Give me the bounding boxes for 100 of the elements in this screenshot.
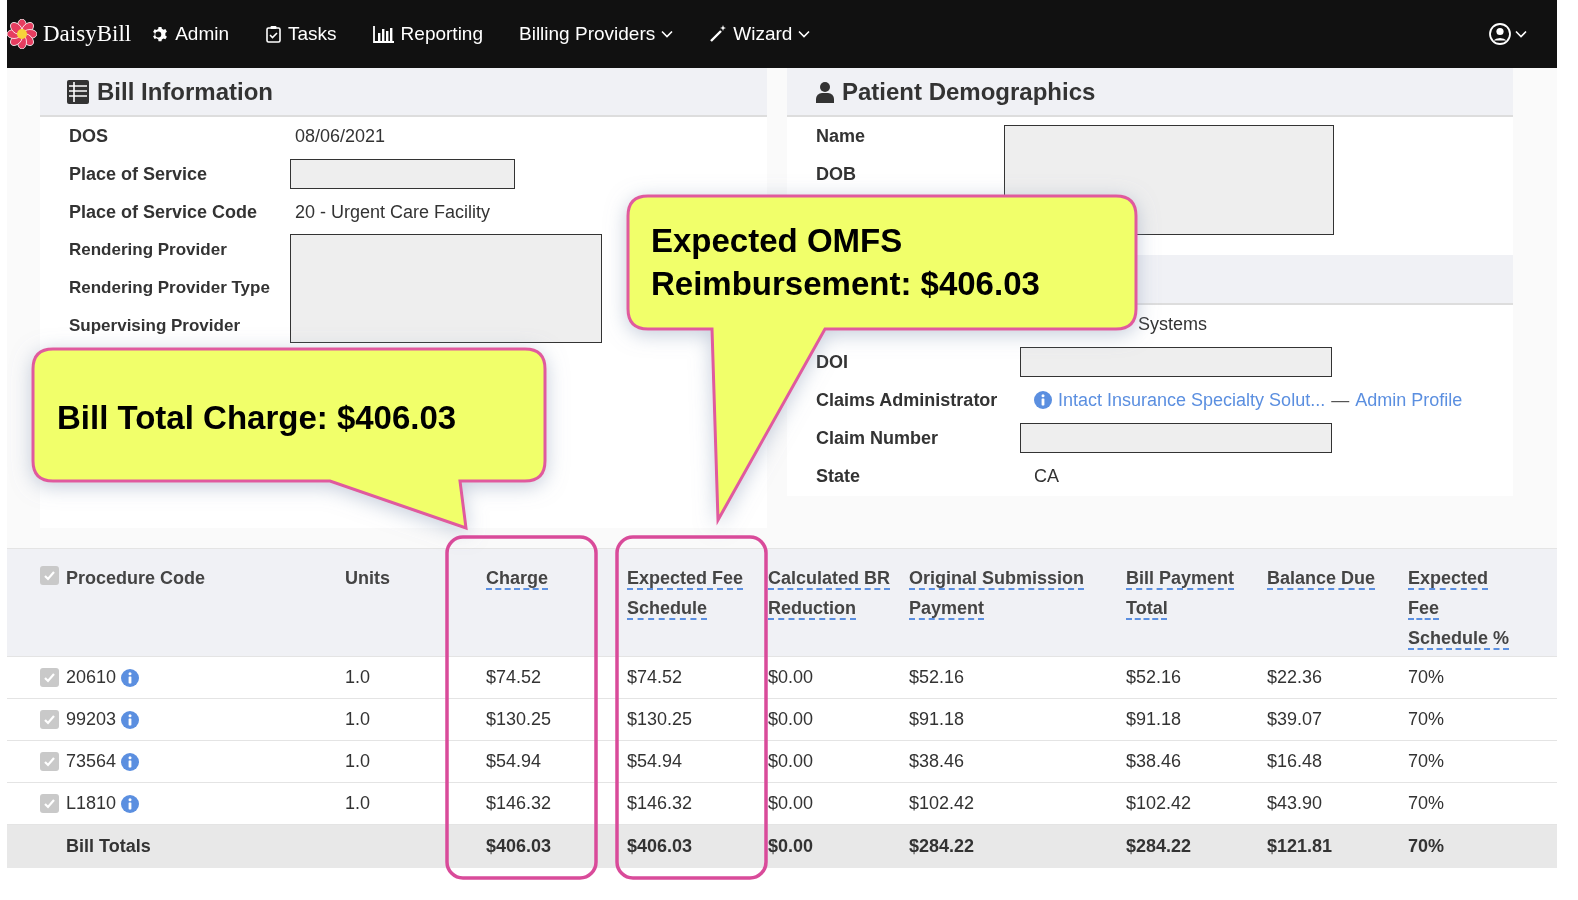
panel-title: Patient Demographics xyxy=(842,76,1096,107)
column-header[interactable]: Expected Fee Schedule xyxy=(627,563,760,623)
table-cell-text: $54.94 xyxy=(627,750,684,773)
total-cell-text: 70% xyxy=(1408,835,1446,858)
procedure-code: 99203 xyxy=(66,708,117,731)
table-cell-text: $39.07 xyxy=(1267,708,1324,731)
table-cell-text: 1.0 xyxy=(345,792,372,815)
user-icon xyxy=(816,80,834,103)
info-icon[interactable] xyxy=(121,710,140,729)
info-icon[interactable] xyxy=(1034,391,1052,409)
table-cell-text: 1.0 xyxy=(345,666,372,689)
field-label: Claim Number xyxy=(816,427,939,448)
panel-title: Bill Information xyxy=(97,76,273,107)
column-header[interactable]: Original Submission Payment xyxy=(909,563,1118,623)
total-cell-text: $121.81 xyxy=(1267,835,1334,858)
table-cell-text: $0.00 xyxy=(768,750,815,773)
flower-logo-icon xyxy=(7,19,37,49)
checkbox[interactable] xyxy=(40,710,59,729)
column-header[interactable]: Procedure Code xyxy=(66,563,337,593)
total-cell-text: Bill Totals xyxy=(66,835,152,858)
checkmark-icon xyxy=(43,671,56,684)
table-cell-text: $54.94 xyxy=(486,750,543,773)
info-icon[interactable] xyxy=(121,794,140,813)
total-cell-text: $284.22 xyxy=(1126,835,1193,858)
field-label: Place of Service Code xyxy=(68,200,259,224)
nav-menu-item[interactable]: Wizard xyxy=(709,19,811,49)
chevron-down-icon xyxy=(798,30,811,38)
procedure-code: 20610 xyxy=(66,666,117,689)
table-cell-text: 70% xyxy=(1408,666,1446,689)
user-avatar-icon xyxy=(1489,23,1511,45)
separator-dash: — xyxy=(1331,388,1350,412)
table-cell-text: $38.46 xyxy=(909,750,966,773)
column-header[interactable]: Charge xyxy=(486,563,619,593)
nav-menu-item[interactable]: Reporting xyxy=(372,19,483,49)
field-label: State xyxy=(816,465,860,486)
table-cell-text: $43.90 xyxy=(1267,792,1324,815)
input-field[interactable] xyxy=(1020,423,1332,453)
table-cell-text: $91.18 xyxy=(1126,708,1183,731)
table-cell-text: 1.0 xyxy=(345,750,372,773)
column-header[interactable]: Units xyxy=(345,563,478,593)
checkmark-icon xyxy=(43,569,56,582)
table-list-icon xyxy=(67,79,89,104)
table-cell-text: $74.52 xyxy=(627,666,684,689)
gear-icon xyxy=(151,25,170,43)
table-cell-text: $0.00 xyxy=(768,708,815,731)
input-field[interactable] xyxy=(1020,347,1332,377)
table-cell-text: $102.42 xyxy=(1126,792,1193,815)
input-field[interactable] xyxy=(290,234,602,343)
total-cell-text: $406.03 xyxy=(627,835,694,858)
total-cell-text: $284.22 xyxy=(909,835,976,858)
logo-text[interactable]: DaisyBill xyxy=(43,16,132,52)
table-cell-text: $130.25 xyxy=(486,708,553,731)
nav-menu-item[interactable]: Tasks xyxy=(265,19,337,49)
checkbox[interactable] xyxy=(40,752,59,771)
checkbox[interactable] xyxy=(40,668,59,687)
chevron-down-icon xyxy=(661,30,674,38)
user-account-button[interactable] xyxy=(1489,23,1527,45)
column-header[interactable]: Expected Fee Schedule % xyxy=(1408,563,1520,653)
table-cell-text: $22.36 xyxy=(1267,666,1324,689)
table-cell-text: 70% xyxy=(1408,708,1446,731)
info-icon[interactable] xyxy=(121,668,140,687)
column-header[interactable]: Balance Due xyxy=(1267,563,1400,593)
field-label: Rendering Provider xyxy=(69,239,227,262)
checkmark-icon xyxy=(43,797,56,810)
checkbox[interactable] xyxy=(40,794,59,813)
table-cell-text: $102.42 xyxy=(909,792,976,815)
table-cell-text: 70% xyxy=(1408,750,1446,773)
field-label: DOS xyxy=(68,124,109,148)
table-cell-text: $91.18 xyxy=(909,708,966,731)
nav-menu-item[interactable]: Admin xyxy=(151,19,230,49)
field-label: DOB xyxy=(815,162,856,186)
field-label: DOI xyxy=(816,351,848,372)
field-label: Place of Service xyxy=(68,162,209,186)
field-label: Rendering Provider Type xyxy=(69,277,270,300)
input-field[interactable] xyxy=(290,159,515,189)
info-icon[interactable] xyxy=(121,752,140,771)
table-cell-text: $52.16 xyxy=(1126,666,1183,689)
total-cell-text: $406.03 xyxy=(486,835,553,858)
table-cell-text: $16.48 xyxy=(1267,750,1324,773)
chevron-down-icon xyxy=(1515,30,1527,38)
field-value: Systems xyxy=(1138,312,1207,336)
clipboard-check-icon xyxy=(265,25,283,43)
bar-chart-icon xyxy=(372,25,395,43)
table-cell-text: $74.52 xyxy=(486,666,543,689)
procedure-code: L1810 xyxy=(66,792,117,815)
checkmark-icon xyxy=(43,713,56,726)
table-cell-text: $0.00 xyxy=(768,666,815,689)
field-label: Claims Administrator xyxy=(816,389,998,410)
field-value: 20 - Urgent Care Facility xyxy=(295,200,491,224)
field-value: 08/06/2021 xyxy=(295,124,386,148)
table-cell-text: $0.00 xyxy=(768,792,815,815)
table-cell-text: $146.32 xyxy=(627,792,694,815)
table-cell-text: 1.0 xyxy=(345,708,372,731)
table-cell-text: $52.16 xyxy=(909,666,966,689)
column-header[interactable]: Calculated BR Reduction xyxy=(768,563,901,623)
nav-menu-item[interactable]: Billing Providers xyxy=(519,19,674,49)
table-cell-text: $146.32 xyxy=(486,792,553,815)
table-cell-text: $38.46 xyxy=(1126,750,1183,773)
checkbox[interactable] xyxy=(40,566,59,585)
column-header[interactable]: Bill Payment Total xyxy=(1126,563,1259,623)
